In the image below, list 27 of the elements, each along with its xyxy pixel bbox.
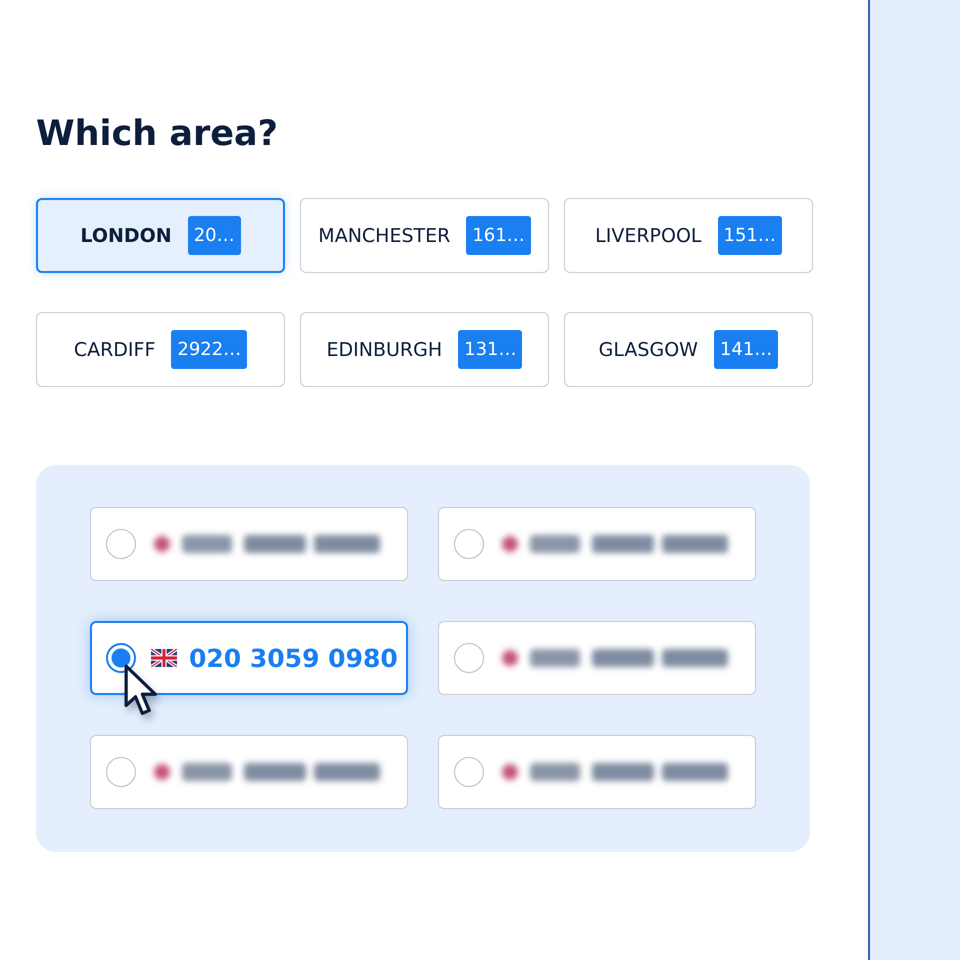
- radio-button[interactable]: [106, 643, 136, 673]
- phone-number: 020 3059 0980: [189, 644, 398, 672]
- area-option-button[interactable]: GLASGOW 141…: [564, 312, 813, 387]
- number-option-card[interactable]: [90, 735, 408, 809]
- count-badge: 141…: [714, 330, 778, 369]
- area-option-button[interactable]: CARDIFF 2922…: [36, 312, 285, 387]
- radio-button[interactable]: [454, 529, 484, 559]
- radio-button[interactable]: [454, 757, 484, 787]
- radio-button[interactable]: [454, 643, 484, 673]
- number-option-card[interactable]: [438, 621, 756, 695]
- area-option-button[interactable]: LONDON 20…: [36, 198, 285, 273]
- uk-flag-icon: [151, 649, 177, 667]
- count-badge: 161…: [466, 216, 531, 255]
- radio-button[interactable]: [106, 757, 136, 787]
- area-option-button[interactable]: LIVERPOOL 151…: [564, 198, 813, 273]
- number-option-card[interactable]: [90, 507, 408, 581]
- count-badge: 131…: [458, 330, 522, 369]
- count-badge: 151…: [718, 216, 782, 255]
- mouse-pointer-icon: [124, 664, 160, 718]
- count-badge: 2922…: [171, 330, 248, 369]
- area-option-button[interactable]: MANCHESTER 161…: [300, 198, 549, 273]
- number-option-card[interactable]: [438, 735, 756, 809]
- page-heading: Which area?: [36, 113, 279, 156]
- number-option-card[interactable]: [438, 507, 756, 581]
- area-option-button[interactable]: EDINBURGH 131…: [300, 312, 549, 387]
- radio-button[interactable]: [106, 529, 136, 559]
- count-badge: 20…: [188, 216, 241, 255]
